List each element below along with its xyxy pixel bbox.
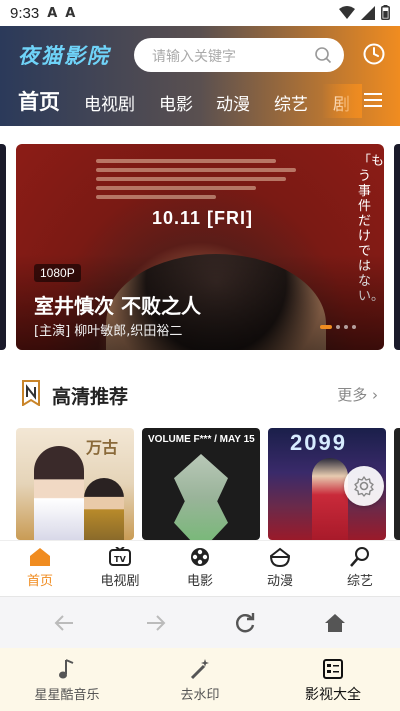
browser-home-icon[interactable] <box>323 611 347 635</box>
status-bar: 9:33 A A <box>0 0 400 26</box>
app-dock: 星星酷音乐 去水印 影视大全 <box>0 648 400 711</box>
poster-card[interactable]: 万古 <box>16 428 134 540</box>
battery-icon <box>381 5 390 20</box>
quality-badge: 1080P <box>34 264 81 282</box>
svg-text:TV: TV <box>114 555 126 564</box>
forward-icon[interactable] <box>143 611 167 635</box>
nav-label: 动漫 <box>266 574 293 589</box>
dock-music[interactable]: 星星酷音乐 <box>12 658 122 703</box>
history-icon[interactable] <box>362 42 386 66</box>
carousel-indicator <box>320 325 356 329</box>
nav-label: 电视剧 <box>100 574 140 589</box>
more-link[interactable]: 更多 › <box>337 384 378 405</box>
poster-figure <box>84 478 124 540</box>
notification-a-icon: A <box>47 5 58 21</box>
tab-home[interactable]: 首页 <box>18 86 60 116</box>
carousel-dot <box>352 325 356 329</box>
poster-card[interactable]: VOLUME F*** / MAY 15 <box>142 428 260 540</box>
dock-label: 星星酷音乐 <box>34 688 100 703</box>
poster-figure <box>312 458 348 540</box>
dock-label: 去水印 <box>180 688 220 703</box>
nav-label: 综艺 <box>346 574 373 589</box>
banner-cast: [主演] 柳叶敏郎,织田裕二 <box>34 324 183 339</box>
bottom-nav: 首页 TV 电视剧 电影 动漫 综艺 <box>0 540 400 596</box>
nav-label: 首页 <box>26 574 53 589</box>
section-title: 高清推荐 <box>52 386 129 408</box>
featured-banner[interactable]: 10.11 [FRI] 「もう事件だけではない。 1080P 室井慎次 不败之人… <box>16 144 384 350</box>
banner-title: 室井慎次 不败之人 <box>34 294 201 318</box>
hd-recommend-icon <box>22 380 40 406</box>
music-note-icon <box>59 659 74 679</box>
banner-next-peek[interactable] <box>394 144 400 350</box>
category-tabs: 首页 电视剧 电影 动漫 综艺 剧 <box>0 84 400 118</box>
poster-art <box>174 454 228 540</box>
home-icon <box>30 548 50 566</box>
nav-tv-series[interactable]: TV 电视剧 <box>85 547 155 589</box>
notification-a-icon: A <box>65 5 76 21</box>
chevron-right-icon: › <box>372 386 378 404</box>
browser-toolbar <box>0 596 400 648</box>
wifi-icon <box>339 5 355 19</box>
nav-anime[interactable]: 动漫 <box>245 547 315 589</box>
status-time: 9:33 <box>10 4 40 22</box>
tv-icon: TV <box>109 547 131 566</box>
back-icon[interactable] <box>53 611 77 635</box>
floating-settings-button[interactable] <box>344 466 384 506</box>
dock-watermark-remover[interactable]: 去水印 <box>145 658 255 703</box>
menu-icon[interactable] <box>364 92 382 108</box>
search-placeholder: 请输入关键字 <box>152 49 236 65</box>
reload-icon[interactable] <box>233 611 257 635</box>
dock-label: 影视大全 <box>305 687 361 703</box>
video-list-icon <box>323 659 343 679</box>
gear-icon <box>354 476 374 497</box>
poster-credits <box>96 154 296 204</box>
search-icon[interactable] <box>314 46 332 64</box>
status-icons <box>339 5 390 20</box>
poster-figure <box>34 446 84 540</box>
carousel-dot-active <box>320 325 332 329</box>
tabs-fade <box>322 84 362 118</box>
signal-icon <box>361 5 375 20</box>
nav-movies[interactable]: 电影 <box>165 547 235 589</box>
more-label: 更多 <box>337 386 368 404</box>
nav-variety[interactable]: 综艺 <box>325 547 395 589</box>
poster-card-peek[interactable] <box>394 428 400 540</box>
poster-caption: VOLUME F*** / MAY 15 <box>148 434 255 445</box>
tab-anime[interactable]: 动漫 <box>216 90 250 115</box>
anime-icon <box>269 547 291 567</box>
section-header: 高清推荐 更多 › <box>0 370 400 420</box>
dock-video-directory[interactable]: 影视大全 <box>278 658 388 704</box>
poster-caption: 2099 <box>290 430 347 455</box>
nav-label: 电影 <box>186 574 213 589</box>
magic-wand-icon <box>190 659 209 680</box>
app-logo: 夜猫影院 <box>18 44 110 68</box>
banner-prev-peek[interactable] <box>0 144 6 350</box>
search-input[interactable]: 请输入关键字 <box>134 38 344 72</box>
microphone-icon <box>350 547 369 567</box>
poster-caption: 万古 <box>86 438 119 457</box>
nav-home[interactable]: 首页 <box>5 547 75 589</box>
tab-tv-series[interactable]: 电视剧 <box>84 90 135 115</box>
release-date: 10.11 [FRI] <box>152 208 254 228</box>
carousel-dot <box>336 325 340 329</box>
carousel-dot <box>344 325 348 329</box>
tab-movies[interactable]: 电影 <box>159 90 193 115</box>
app-header: 夜猫影院 请输入关键字 首页 电视剧 电影 动漫 综艺 剧 <box>0 26 400 126</box>
film-reel-icon <box>191 548 209 566</box>
tab-variety[interactable]: 综艺 <box>274 90 308 115</box>
